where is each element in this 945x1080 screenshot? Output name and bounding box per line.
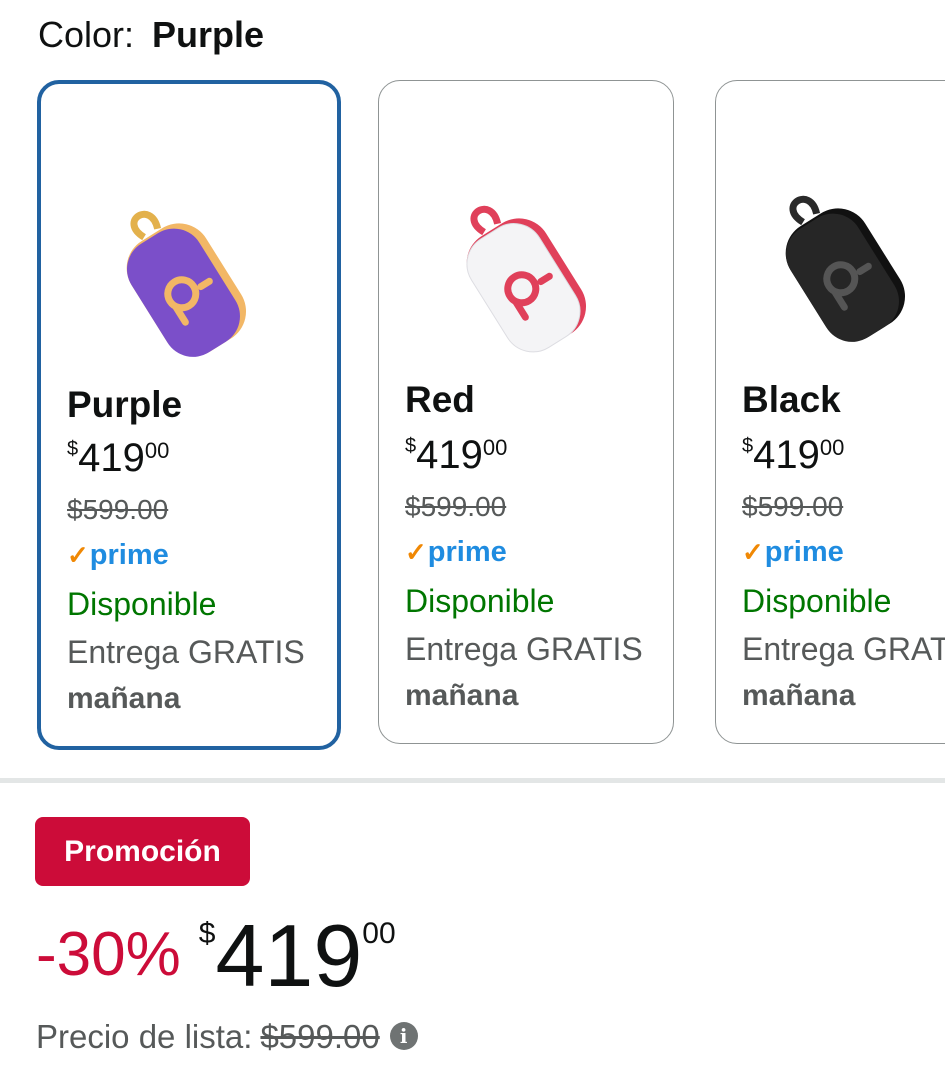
variant-shipping: Entrega GRATIS — [67, 634, 305, 670]
variant-availability: Disponible — [742, 583, 892, 619]
list-price-label: Precio de lista: — [36, 1018, 253, 1055]
prime-badge: ✓prime — [742, 536, 844, 568]
variant-name: Black — [742, 379, 841, 420]
speaker-image-black — [785, 195, 906, 342]
variant-delivery-day: mañana — [742, 679, 856, 712]
variant-availability: Disponible — [405, 583, 555, 619]
variant-list-price: $599.00 — [67, 494, 169, 525]
variant-card-black[interactable]: Black $41900 $599.00 ✓prime Disponible E… — [715, 80, 945, 744]
prime-badge: ✓prime — [405, 536, 507, 568]
prime-check-icon: ✓ — [742, 537, 764, 567]
speaker-image-red — [466, 205, 587, 353]
variant-list-price: $599.00 — [742, 491, 844, 522]
list-price-line: Precio de lista: $599.00 i — [36, 1018, 418, 1056]
section-divider — [0, 778, 945, 783]
selected-color-value: Purple — [152, 14, 265, 55]
variant-availability: Disponible — [67, 586, 217, 622]
promotion-badge: Promoción — [35, 817, 250, 886]
color-selector-label: Color: Purple — [38, 14, 264, 56]
prime-check-icon: ✓ — [405, 537, 427, 567]
variant-price: $41900 — [405, 433, 508, 477]
variant-card-red[interactable]: Red $41900 $599.00 ✓prime Disponible Ent… — [378, 80, 674, 744]
variant-shipping: Entrega GRATIS — [405, 631, 643, 667]
info-icon[interactable]: i — [389, 1022, 418, 1051]
deal-price: -30% $41900 — [36, 906, 396, 1005]
color-label: Color: — [38, 14, 135, 55]
speaker-image-purple — [126, 210, 247, 357]
variant-name: Red — [405, 379, 475, 420]
list-price-value: $599.00 — [260, 1018, 380, 1055]
variant-name: Purple — [67, 384, 183, 425]
deal-price-whole: 419 — [215, 906, 363, 1005]
discount-percent: -30% — [36, 920, 181, 989]
variant-list-price: $599.00 — [405, 491, 507, 522]
variant-shipping: Entrega GRATIS — [742, 631, 945, 667]
variant-price: $41900 — [67, 436, 170, 480]
variant-price: $41900 — [742, 433, 845, 477]
variant-delivery-day: mañana — [67, 682, 181, 715]
variant-delivery-day: mañana — [405, 679, 519, 712]
prime-check-icon: ✓ — [67, 540, 89, 570]
variant-card-purple[interactable]: Purple $41900 $599.00 ✓prime Disponible … — [37, 80, 341, 750]
prime-badge: ✓prime — [67, 539, 169, 571]
